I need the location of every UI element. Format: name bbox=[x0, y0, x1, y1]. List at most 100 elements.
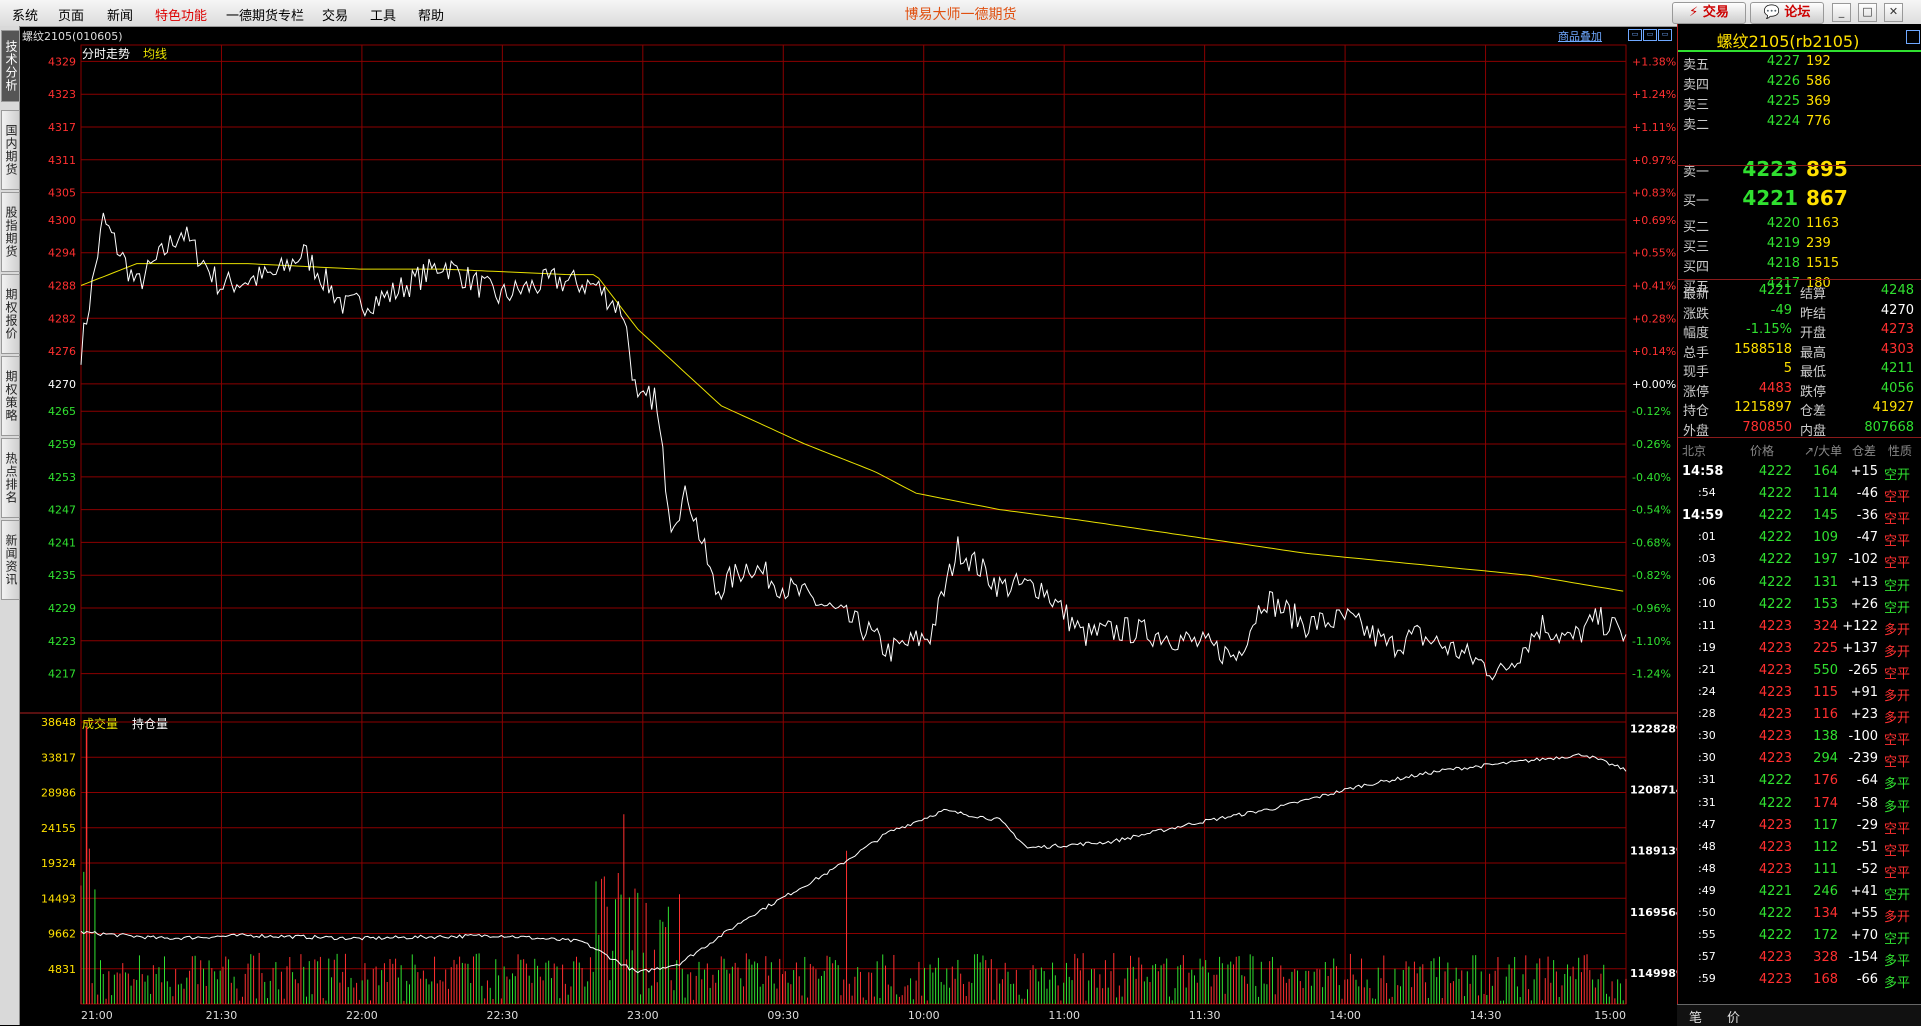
tick-time: :28 bbox=[1698, 707, 1716, 721]
tick-price: 4223 bbox=[1758, 972, 1792, 988]
open-interest-line bbox=[80, 753, 1627, 974]
tick-time: :55 bbox=[1698, 928, 1716, 942]
bid-volume: 867 bbox=[1806, 186, 1848, 210]
tick-time: :03 bbox=[1698, 552, 1716, 566]
tab-by-price[interactable]: 价 bbox=[1727, 1007, 1740, 1026]
tab-option-quotes[interactable]: 期权报价 bbox=[1, 274, 20, 354]
minimize-icon[interactable]: _ bbox=[1832, 3, 1851, 22]
stat-label: 涨跌 bbox=[1683, 306, 1710, 322]
time-tick-label: 15:00 bbox=[1594, 1009, 1626, 1022]
stat-label: 持仓 bbox=[1683, 404, 1710, 419]
tick-nature: 多开 bbox=[1884, 711, 1911, 727]
layout-icon-1[interactable]: ▭ bbox=[1628, 29, 1642, 41]
tick-time: :50 bbox=[1698, 906, 1716, 919]
tick-header-cell: ↗/大单 bbox=[1804, 444, 1843, 458]
forum-button[interactable]: 💬 论坛 bbox=[1750, 2, 1824, 24]
stat-label: 昨结 bbox=[1800, 306, 1827, 322]
time-tick-label: 14:00 bbox=[1329, 1009, 1361, 1022]
stat-label: 仓差 bbox=[1800, 404, 1827, 419]
tick-oi-change: +137 bbox=[1842, 640, 1878, 656]
menu-page[interactable]: 页面 bbox=[58, 5, 84, 24]
stat-value: 4303 bbox=[1880, 341, 1914, 357]
price-tick-label: 4329 bbox=[48, 55, 76, 68]
tick-time: :59 bbox=[1698, 972, 1716, 986]
tick-nature: 多开 bbox=[1884, 689, 1911, 704]
tab-news-info[interactable]: 新闻资讯 bbox=[1, 520, 20, 600]
menu-tools[interactable]: 工具 bbox=[370, 5, 396, 24]
tick-nature: 空开 bbox=[1884, 468, 1911, 483]
overlay-commodity-button[interactable]: 商品叠加 bbox=[1558, 28, 1602, 44]
oi-tick-label: 1169564 bbox=[1630, 906, 1684, 919]
tick-header-cell: 北京 bbox=[1682, 444, 1707, 458]
menu-help[interactable]: 帮助 bbox=[418, 5, 444, 24]
maximize-icon[interactable]: □ bbox=[1858, 3, 1877, 22]
tick-price: 4223 bbox=[1758, 618, 1792, 634]
pct-tick-label: -0.40% bbox=[1632, 471, 1671, 484]
layout-icon-3[interactable]: ▭ bbox=[1658, 29, 1672, 41]
menu-trade[interactable]: 交易 bbox=[322, 5, 348, 24]
tick-oi-change: +26 bbox=[1850, 596, 1878, 612]
volume-tick-label: 19324 bbox=[41, 857, 76, 870]
tick-nature: 多平 bbox=[1884, 777, 1911, 793]
tab-index-futures[interactable]: 股指期货 bbox=[1, 192, 20, 272]
tick-nature: 空平 bbox=[1884, 843, 1911, 859]
menu-system[interactable]: 系统 bbox=[12, 5, 38, 24]
close-icon[interactable]: ✕ bbox=[1884, 3, 1903, 22]
menu-special[interactable]: 特色功能 bbox=[155, 5, 207, 24]
trade-button[interactable]: ⚡ 交易 bbox=[1672, 2, 1746, 24]
tick-volume: 109 bbox=[1813, 530, 1838, 546]
tick-nature: 空开 bbox=[1884, 600, 1911, 616]
tab-hot-ranking[interactable]: 热点排名 bbox=[1, 438, 20, 518]
menu-news[interactable]: 新闻 bbox=[107, 5, 133, 24]
tick-time: :30 bbox=[1698, 751, 1716, 765]
tab-domestic-futures[interactable]: 国内期货 bbox=[1, 110, 20, 190]
volume-tick-label: 33817 bbox=[41, 751, 76, 764]
tab-option-strategy[interactable]: 期权策略 bbox=[1, 356, 20, 436]
menu-yide-column[interactable]: 一德期货专栏 bbox=[226, 5, 304, 24]
tick-oi-change: -102 bbox=[1848, 552, 1878, 568]
tab-by-trade[interactable]: 笔 bbox=[1689, 1007, 1702, 1026]
tick-volume: 117 bbox=[1813, 817, 1838, 833]
price-tick-label: 4223 bbox=[48, 635, 76, 648]
tick-time: :21 bbox=[1698, 662, 1716, 676]
ask-label: 卖二 bbox=[1683, 118, 1710, 133]
bid-price: 4221 bbox=[1742, 186, 1798, 210]
bid-label: 买一 bbox=[1683, 194, 1710, 209]
pct-tick-label: +0.00% bbox=[1632, 378, 1676, 391]
tick-volume: 197 bbox=[1813, 552, 1838, 568]
oi-tick-label: 1228289 bbox=[1630, 723, 1684, 736]
tick-volume: 324 bbox=[1813, 618, 1838, 634]
tick-price: 4222 bbox=[1758, 530, 1792, 546]
tick-oi-change: +13 bbox=[1850, 574, 1878, 590]
tick-oi-change: -265 bbox=[1848, 662, 1878, 678]
tick-volume: 131 bbox=[1813, 574, 1838, 590]
tick-nature: 多开 bbox=[1884, 644, 1911, 660]
pct-tick-label: -0.12% bbox=[1632, 405, 1671, 418]
oi-tick-label: 1208714 bbox=[1630, 784, 1684, 797]
stat-value: 4056 bbox=[1880, 380, 1914, 396]
stat-label: 总手 bbox=[1683, 345, 1710, 361]
tick-volume: 174 bbox=[1813, 795, 1838, 811]
tab-technical-analysis[interactable]: 技术分析 bbox=[1, 30, 20, 102]
layout-icon-2[interactable]: ▭ bbox=[1643, 29, 1657, 41]
stat-value: 5 bbox=[1783, 361, 1792, 376]
tick-nature: 空开 bbox=[1884, 578, 1911, 594]
stat-label: 现手 bbox=[1683, 365, 1710, 380]
chart-frame bbox=[80, 44, 1627, 1005]
tick-oi-change: +91 bbox=[1850, 685, 1878, 700]
tick-volume: 550 bbox=[1813, 662, 1838, 678]
tick-time: 14:58 bbox=[1682, 464, 1724, 479]
tick-volume: 114 bbox=[1813, 486, 1838, 502]
tick-price: 4223 bbox=[1758, 729, 1792, 745]
ask-volume: 586 bbox=[1806, 74, 1831, 89]
pct-tick-label: -0.54% bbox=[1632, 504, 1671, 517]
pct-tick-label: -0.68% bbox=[1632, 536, 1671, 549]
tick-volume: 116 bbox=[1813, 707, 1838, 723]
panel-toggle-icon[interactable] bbox=[1906, 30, 1920, 44]
stat-value: 4483 bbox=[1758, 380, 1792, 396]
tick-time: :49 bbox=[1698, 883, 1716, 897]
tick-volume: 115 bbox=[1813, 685, 1838, 700]
stat-label: 涨停 bbox=[1683, 384, 1710, 400]
pct-tick-label: +1.38% bbox=[1632, 55, 1676, 68]
tick-time: :24 bbox=[1698, 685, 1716, 698]
